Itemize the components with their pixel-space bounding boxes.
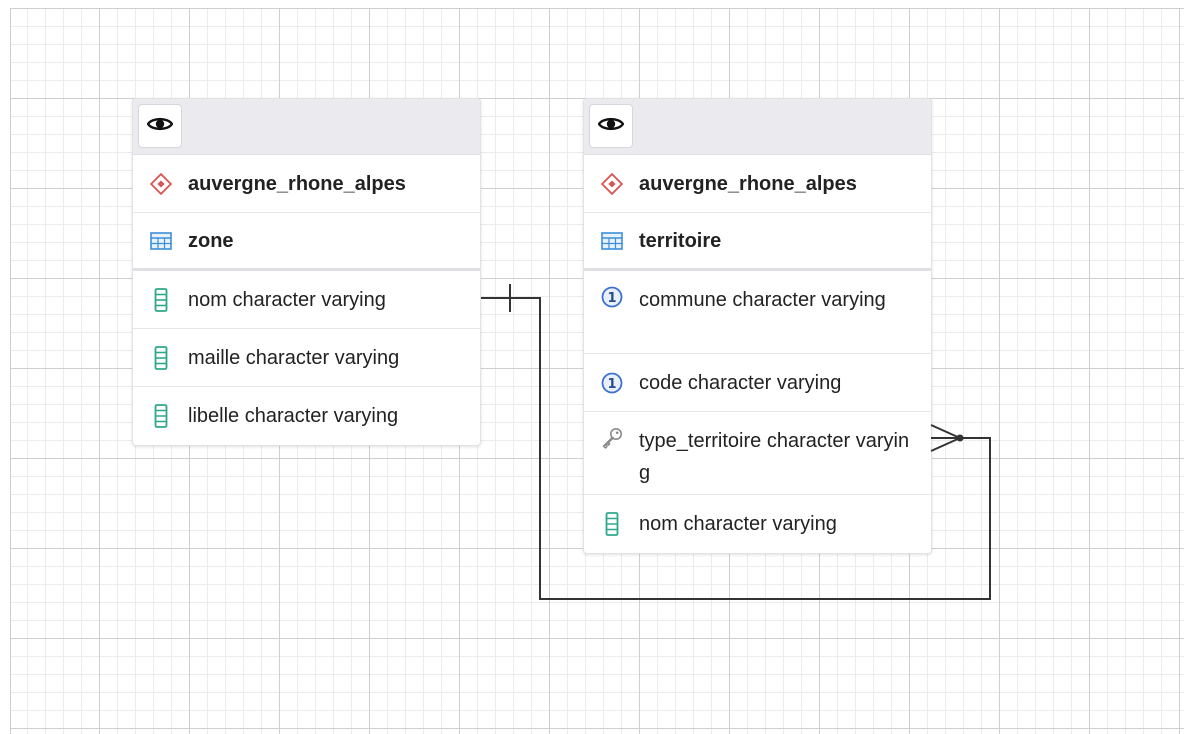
relationship-path <box>481 297 991 600</box>
relationship-link[interactable] <box>0 0 1184 733</box>
many-cardinality-marker <box>930 437 961 452</box>
many-cardinality-marker <box>930 424 961 439</box>
many-cardinality-dot <box>956 434 964 442</box>
